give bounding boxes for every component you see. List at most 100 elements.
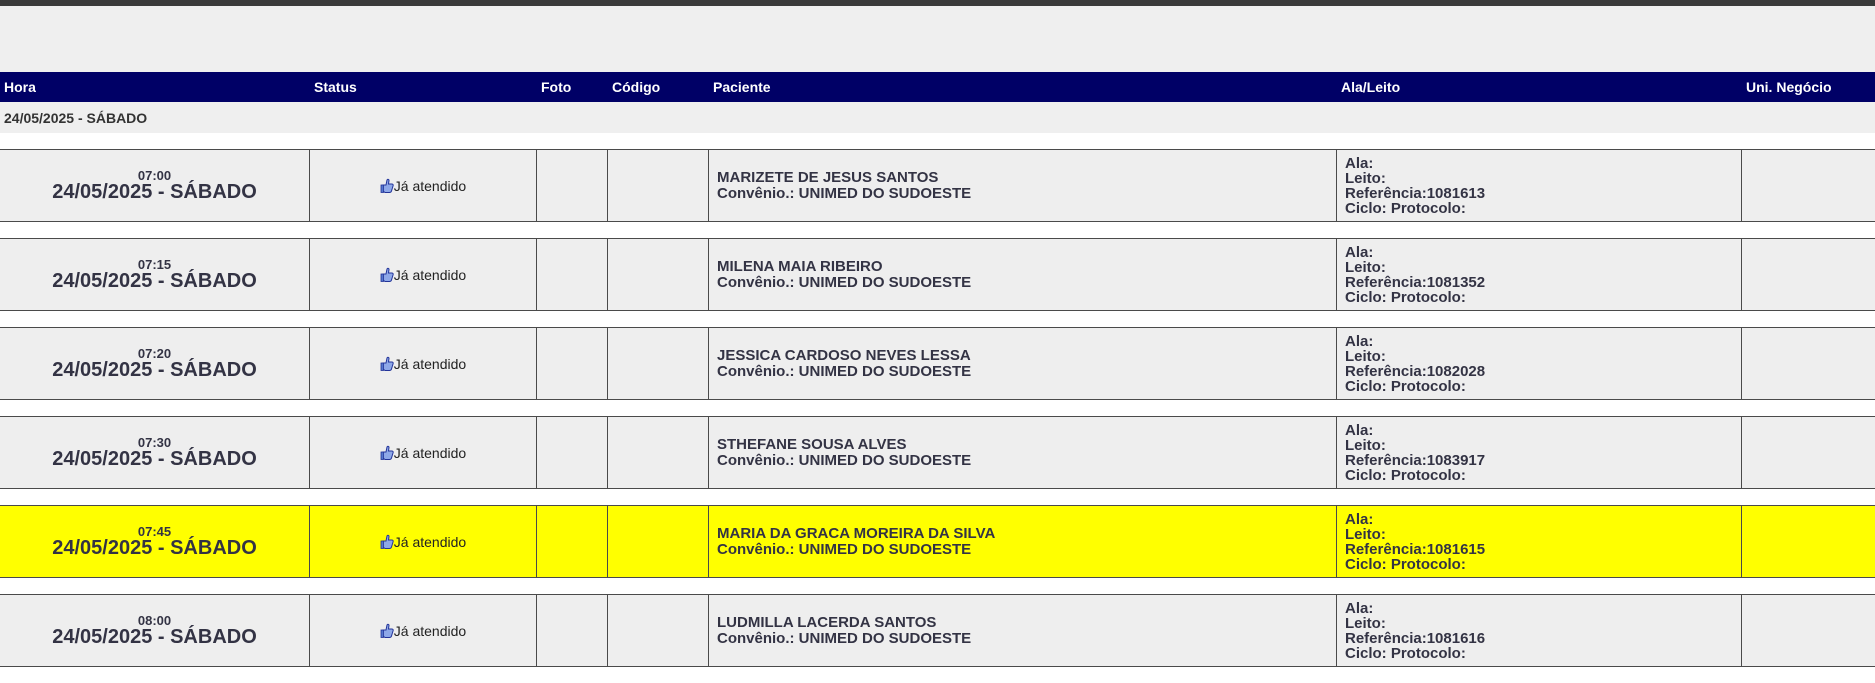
appointment-date: 24/05/2025 - SÁBADO: [52, 181, 257, 203]
ala-label: Ala:: [1345, 599, 1374, 617]
patient-convenio: Convênio.: UNIMED DO SUDOESTE: [717, 184, 972, 202]
uni-negocio-cell: [1742, 238, 1875, 311]
foto-cell: [537, 594, 608, 667]
row-spacer: [0, 667, 1875, 683]
hora-cell: 07:30 24/05/2025 - SÁBADO: [0, 416, 310, 489]
codigo-cell: [608, 149, 709, 222]
status-text: Já atendido: [393, 355, 467, 372]
patient-name: LUDMILLA LACERDA SANTOS: [717, 613, 937, 631]
col-ala-leito[interactable]: Ala/Leito: [1337, 72, 1742, 102]
status-text: Já atendido: [393, 444, 467, 461]
ala-label: Ala:: [1345, 154, 1374, 172]
appointment-date: 24/05/2025 - SÁBADO: [52, 270, 257, 292]
row-spacer: [0, 222, 1875, 238]
ala-leito-cell: Ala: Leito: Referência:1081615 Ciclo: Pr…: [1337, 505, 1742, 578]
leito-label: Leito:: [1345, 525, 1386, 543]
referencia-value: Referência:1081616: [1345, 629, 1486, 647]
thumbs-up-icon: [380, 178, 394, 193]
status-cell[interactable]: Já atendido: [310, 416, 537, 489]
ala-leito-cell: Ala: Leito: Referência:1083917 Ciclo: Pr…: [1337, 416, 1742, 489]
patient-name: STHEFANE SOUSA ALVES: [717, 435, 907, 453]
hora-cell: 07:45 24/05/2025 - SÁBADO: [0, 505, 310, 578]
leito-label: Leito:: [1345, 258, 1386, 276]
leito-label: Leito:: [1345, 614, 1386, 632]
patient-name: MARIA DA GRACA MOREIRA DA SILVA: [717, 524, 996, 542]
row-spacer: [0, 489, 1875, 505]
ciclo-protocolo-label: Ciclo: Protocolo:: [1345, 199, 1466, 217]
table-row[interactable]: 07:45 24/05/2025 - SÁBADO Já atendido MA…: [0, 505, 1875, 578]
thumbs-up-icon: [380, 623, 394, 638]
foto-cell: [537, 327, 608, 400]
col-status[interactable]: Status: [310, 72, 537, 102]
status-text: Já atendido: [393, 622, 467, 639]
date-group-label: 24/05/2025 - SÁBADO: [0, 102, 1875, 133]
referencia-value: Referência:1082028: [1345, 362, 1486, 380]
col-foto[interactable]: Foto: [537, 72, 608, 102]
ala-label: Ala:: [1345, 332, 1374, 350]
status-cell[interactable]: Já atendido: [310, 149, 537, 222]
uni-negocio-cell: [1742, 149, 1875, 222]
status-cell[interactable]: Já atendido: [310, 238, 537, 311]
thumbs-up-icon: [380, 356, 394, 371]
row-spacer: [0, 311, 1875, 327]
patient-convenio: Convênio.: UNIMED DO SUDOESTE: [717, 540, 972, 558]
hora-cell: 07:20 24/05/2025 - SÁBADO: [0, 327, 310, 400]
date-group-row: 24/05/2025 - SÁBADO: [0, 102, 1875, 133]
paciente-cell[interactable]: LUDMILLA LACERDA SANTOS Convênio.: UNIME…: [709, 594, 1337, 667]
uni-negocio-cell: [1742, 327, 1875, 400]
col-codigo[interactable]: Código: [608, 72, 709, 102]
appointment-date: 24/05/2025 - SÁBADO: [52, 448, 257, 470]
table-row[interactable]: 07:00 24/05/2025 - SÁBADO Já atendido MA…: [0, 149, 1875, 222]
referencia-value: Referência:1081613: [1345, 184, 1486, 202]
col-uni-negocio[interactable]: Uni. Negócio: [1742, 72, 1875, 102]
ciclo-protocolo-label: Ciclo: Protocolo:: [1345, 288, 1466, 306]
patient-convenio: Convênio.: UNIMED DO SUDOESTE: [717, 451, 972, 469]
referencia-value: Referência:1081352: [1345, 273, 1486, 291]
uni-negocio-cell: [1742, 594, 1875, 667]
paciente-cell[interactable]: STHEFANE SOUSA ALVES Convênio.: UNIMED D…: [709, 416, 1337, 489]
patient-name: JESSICA CARDOSO NEVES LESSA: [717, 346, 971, 364]
thumbs-up-icon: [380, 445, 394, 460]
table-row[interactable]: 07:15 24/05/2025 - SÁBADO Já atendido MI…: [0, 238, 1875, 311]
ala-label: Ala:: [1345, 421, 1374, 439]
status-cell[interactable]: Já atendido: [310, 327, 537, 400]
table-row[interactable]: 08:00 24/05/2025 - SÁBADO Já atendido LU…: [0, 594, 1875, 667]
row-spacer: [0, 400, 1875, 416]
paciente-cell[interactable]: MARIZETE DE JESUS SANTOS Convênio.: UNIM…: [709, 149, 1337, 222]
ala-leito-cell: Ala: Leito: Referência:1081352 Ciclo: Pr…: [1337, 238, 1742, 311]
patient-convenio: Convênio.: UNIMED DO SUDOESTE: [717, 629, 972, 647]
paciente-cell[interactable]: JESSICA CARDOSO NEVES LESSA Convênio.: U…: [709, 327, 1337, 400]
ciclo-protocolo-label: Ciclo: Protocolo:: [1345, 466, 1466, 484]
hora-cell: 07:00 24/05/2025 - SÁBADO: [0, 149, 310, 222]
table-row[interactable]: 07:20 24/05/2025 - SÁBADO Já atendido JE…: [0, 327, 1875, 400]
foto-cell: [537, 149, 608, 222]
patient-convenio: Convênio.: UNIMED DO SUDOESTE: [717, 362, 972, 380]
ala-label: Ala:: [1345, 510, 1374, 528]
col-paciente[interactable]: Paciente: [709, 72, 1337, 102]
table-row[interactable]: 07:30 24/05/2025 - SÁBADO Já atendido ST…: [0, 416, 1875, 489]
schedule-table-wrapper: Hora Status Foto Código Paciente Ala/Lei…: [0, 72, 1875, 683]
foto-cell: [537, 505, 608, 578]
paciente-cell[interactable]: MILENA MAIA RIBEIRO Convênio.: UNIMED DO…: [709, 238, 1337, 311]
status-cell[interactable]: Já atendido: [310, 505, 537, 578]
foto-cell: [537, 416, 608, 489]
paciente-cell[interactable]: MARIA DA GRACA MOREIRA DA SILVA Convênio…: [709, 505, 1337, 578]
status-cell[interactable]: Já atendido: [310, 594, 537, 667]
ala-leito-cell: Ala: Leito: Referência:1081613 Ciclo: Pr…: [1337, 149, 1742, 222]
patient-name: MILENA MAIA RIBEIRO: [717, 257, 883, 275]
schedule-table: Hora Status Foto Código Paciente Ala/Lei…: [0, 72, 1875, 683]
referencia-value: Referência:1083917: [1345, 451, 1486, 469]
patient-name: MARIZETE DE JESUS SANTOS: [717, 168, 939, 186]
col-hora[interactable]: Hora: [0, 72, 310, 102]
top-bar: [0, 0, 1875, 6]
thumbs-up-icon: [380, 534, 394, 549]
table-header: Hora Status Foto Código Paciente Ala/Lei…: [0, 72, 1875, 102]
codigo-cell: [608, 416, 709, 489]
codigo-cell: [608, 505, 709, 578]
uni-negocio-cell: [1742, 416, 1875, 489]
status-text: Já atendido: [393, 533, 467, 550]
codigo-cell: [608, 594, 709, 667]
codigo-cell: [608, 327, 709, 400]
row-spacer: [0, 133, 1875, 149]
ciclo-protocolo-label: Ciclo: Protocolo:: [1345, 377, 1466, 395]
